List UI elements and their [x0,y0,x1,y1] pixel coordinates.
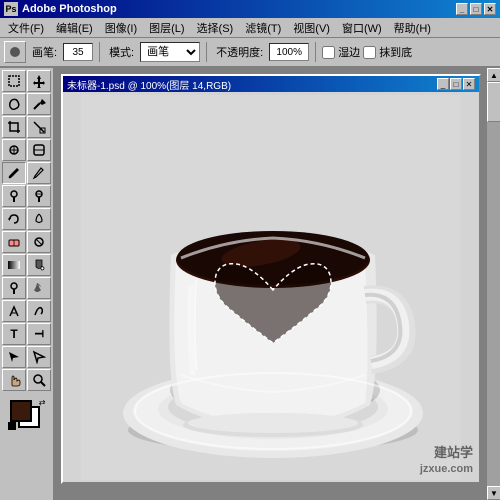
canvas-close-btn[interactable]: ✕ [463,78,475,90]
app-title: Adobe Photoshop [22,3,456,15]
menu-file[interactable]: 文件(F) [2,18,50,38]
brush-size-input[interactable] [63,43,93,61]
mode-select[interactable]: 画笔 [140,42,200,62]
separator-1 [99,42,100,62]
canvas-title: 未标器-1.psd @ 100%(图层 14,RGB) [67,77,437,92]
watermark-url-text: jzxue.com [420,462,473,476]
airbrush-label: 抹到底 [379,44,412,60]
menu-window[interactable]: 窗口(W) [336,18,388,38]
vertical-scrollbar: ▲ ▼ [486,68,500,500]
crop-tool[interactable] [2,116,26,138]
color-swatch-area: ⇄ [2,396,51,432]
canvas-image [81,95,461,480]
tool-row-13 [2,346,51,368]
freeform-pen-tool[interactable] [27,300,51,322]
menu-image[interactable]: 图像(I) [99,18,143,38]
tool-row-12: T T [2,323,51,345]
gradient-tool[interactable] [2,254,26,276]
main-area: T T [0,68,500,500]
app-icon: Ps [4,2,18,16]
tool-row-4 [2,139,51,161]
maximize-button[interactable]: □ [470,3,482,15]
tool-panel: T T [0,68,55,500]
type-tool[interactable]: T [2,323,26,345]
watermark: 建站学 jzxue.com [420,445,473,476]
menu-edit[interactable]: 编辑(E) [50,18,99,38]
menu-help[interactable]: 帮助(H) [388,18,437,38]
direct-selection-tool[interactable] [27,346,51,368]
tool-row-6 [2,185,51,207]
tool-row-7 [2,208,51,230]
art-history-tool[interactable] [27,208,51,230]
scroll-thumb[interactable] [487,82,500,122]
clone-stamp-tool[interactable] [2,185,26,207]
burn-tool[interactable] [27,277,51,299]
canvas-maximize-btn[interactable]: □ [450,78,462,90]
menu-filter[interactable]: 滤镜(T) [239,18,287,38]
canvas-window: 未标器-1.psd @ 100%(图层 14,RGB) _ □ ✕ [61,74,481,484]
pencil-tool[interactable] [27,162,51,184]
tool-row-1 [2,70,51,92]
tool-row-2 [2,93,51,115]
background-eraser-tool[interactable] [27,231,51,253]
canvas-minimize-btn[interactable]: _ [437,78,449,90]
move-tool[interactable] [27,70,51,92]
tool-row-11 [2,300,51,322]
airbrush-group: 抹到底 [363,44,412,60]
menu-layer[interactable]: 图层(L) [143,18,190,38]
path-selection-tool[interactable] [2,346,26,368]
swap-colors-icon[interactable]: ⇄ [39,398,46,407]
hand-tool[interactable] [2,369,26,391]
watermark-cn-text: 建站学 [420,445,473,462]
tool-row-8 [2,231,51,253]
wet-edges-group: 湿边 [322,44,360,60]
mode-label: 模式: [106,44,137,60]
marquee-tool[interactable] [2,70,26,92]
history-brush-tool[interactable] [2,208,26,230]
airbrush-checkbox[interactable] [363,46,376,59]
dodge-tool[interactable] [2,277,26,299]
menu-select[interactable]: 选择(S) [191,18,240,38]
menu-bar: 文件(F) 编辑(E) 图像(I) 图层(L) 选择(S) 滤镜(T) 视图(V… [0,18,500,38]
menu-view[interactable]: 视图(V) [287,18,336,38]
tool-row-5 [2,162,51,184]
canvas-area: 未标器-1.psd @ 100%(图层 14,RGB) _ □ ✕ [55,68,486,500]
opacity-input[interactable] [269,43,309,61]
magic-wand-tool[interactable] [27,93,51,115]
canvas-window-buttons: _ □ ✕ [437,78,475,90]
options-toolbar: 画笔: 模式: 画笔 不透明度: 湿边 抹到底 [0,38,500,68]
lasso-tool[interactable] [2,93,26,115]
eraser-tool[interactable] [2,231,26,253]
tool-row-14 [2,369,51,391]
healing-brush-tool[interactable] [2,139,26,161]
wet-edges-checkbox[interactable] [322,46,335,59]
scroll-track[interactable] [487,82,500,486]
title-bar: Ps Adobe Photoshop _ □ ✕ [0,0,500,18]
tool-row-3 [2,116,51,138]
patch-tool[interactable] [27,139,51,161]
canvas-title-bar: 未标器-1.psd @ 100%(图层 14,RGB) _ □ ✕ [63,76,479,92]
zoom-tool[interactable] [27,369,51,391]
canvas-content[interactable]: 建站学 jzxue.com [63,92,479,482]
slice-tool[interactable] [27,116,51,138]
tool-row-9 [2,254,51,276]
close-button[interactable]: ✕ [484,3,496,15]
pattern-stamp-tool[interactable] [27,185,51,207]
vertical-type-tool[interactable]: T [27,323,51,345]
brush-preset-btn[interactable] [4,41,26,63]
minimize-button[interactable]: _ [456,3,468,15]
paint-bucket-tool[interactable] [27,254,51,276]
foreground-color-swatch[interactable] [10,400,32,422]
tool-row-10 [2,277,51,299]
separator-3 [315,42,316,62]
pen-tool[interactable] [2,300,26,322]
brush-size-label: 画笔: [29,44,60,60]
wet-edges-label: 湿边 [338,44,360,60]
opacity-label: 不透明度: [213,44,266,60]
scroll-down-btn[interactable]: ▼ [487,486,500,500]
separator-2 [206,42,207,62]
brush-tool[interactable] [2,162,26,184]
default-colors-icon[interactable] [8,422,16,430]
scroll-up-btn[interactable]: ▲ [487,68,500,82]
